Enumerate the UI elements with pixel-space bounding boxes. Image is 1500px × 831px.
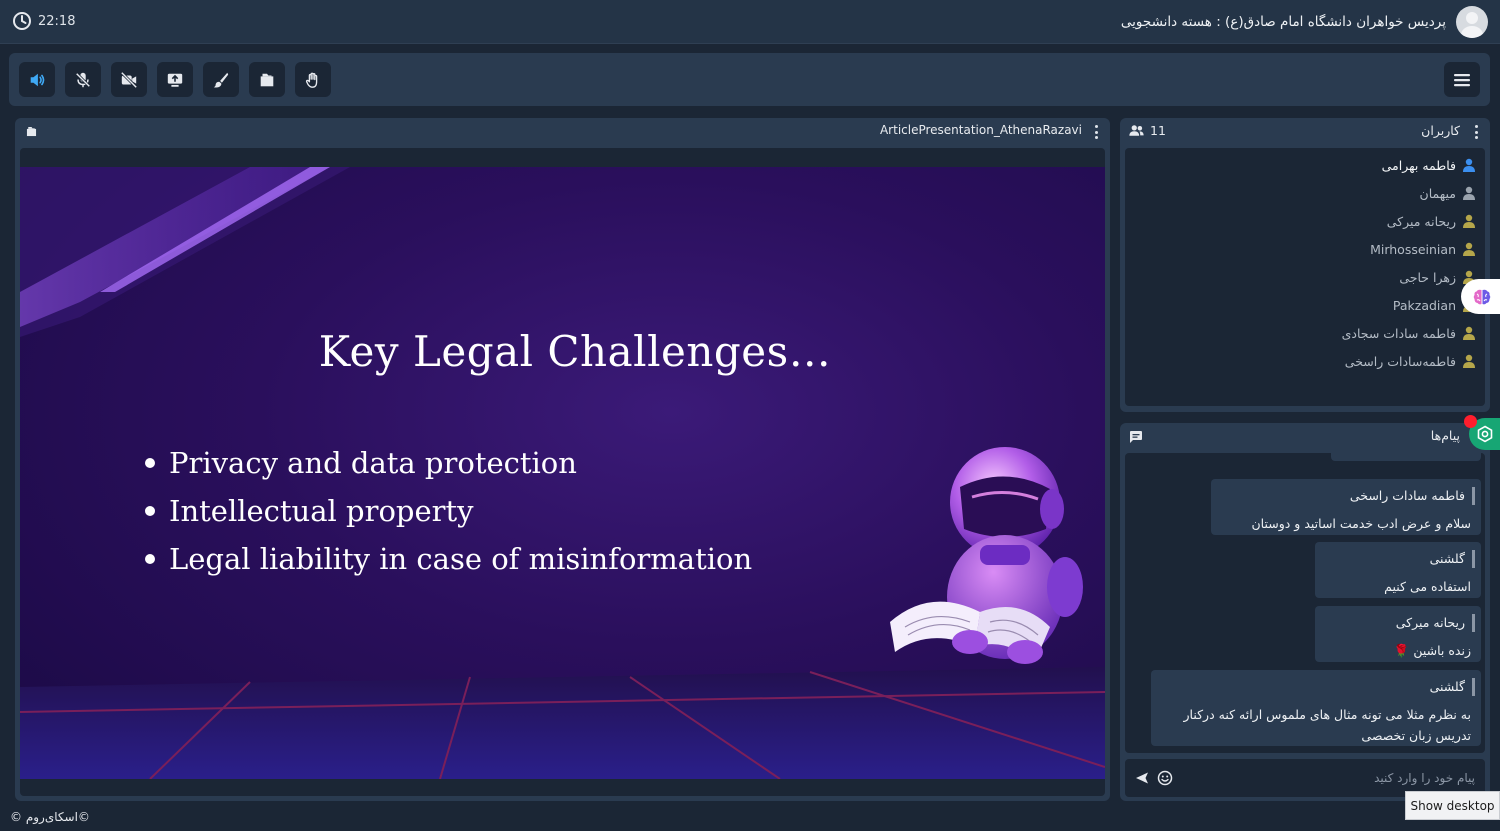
raise-hand-button[interactable] [295, 62, 331, 97]
user-item[interactable]: فاطمه سادات سجادی [1146, 319, 1476, 347]
whiteboard-button[interactable] [203, 62, 239, 97]
user-count-value: 11 [1150, 123, 1166, 138]
brain-icon [1473, 289, 1490, 304]
hamburger-menu-icon [1454, 73, 1470, 86]
user-icon [1463, 214, 1475, 228]
slide-bullet: Privacy and data protection [145, 439, 752, 487]
user-name: فاطمه سادات سجادی [1341, 325, 1456, 341]
microphone-button[interactable] [65, 62, 101, 97]
message-bubble: فاطمه سادات راسخی سلام و عرض ادب خدمت اس… [1211, 479, 1481, 535]
message-sender: گلشنی [1325, 550, 1475, 568]
users-title: کاربران [1421, 123, 1460, 138]
user-item[interactable]: زهرا حاجی [1146, 263, 1476, 291]
main-menu-button[interactable] [1444, 62, 1480, 97]
clock-time: 22:18 [38, 13, 76, 29]
brush-icon [213, 72, 229, 87]
slide-bullet: Intellectual property [145, 487, 752, 535]
user-item[interactable]: فاطمه بهرامی [1146, 151, 1476, 179]
messages-title: پیام‌ها [1430, 428, 1460, 443]
slide-bullet: Legal liability in case of misinformatio… [145, 535, 752, 583]
raise-hand-icon [305, 72, 318, 88]
user-list: فاطمه بهرامی میهمان ریحانه میرکی Mirhoss… [1146, 151, 1476, 375]
presentation-header: ArticlePresentation_AthenaRazavi [15, 118, 1110, 146]
camera-off-icon [120, 71, 138, 88]
folder-icon [260, 73, 274, 86]
user-icon [1463, 326, 1475, 340]
slide-title: Key Legal Challenges… [318, 327, 832, 376]
emoji-icon[interactable] [1157, 770, 1173, 786]
user-name: فاطمه بهرامی [1381, 157, 1456, 173]
presentation-options-icon[interactable] [1094, 125, 1098, 139]
user-name: زهرا حاجی [1399, 269, 1456, 285]
users-panel: 11 کاربران فاطمه بهرامی میهمان ریحانه می… [1120, 118, 1490, 412]
folder-icon [26, 126, 37, 137]
user-item[interactable]: فاطمه‌سادات راسخی [1146, 347, 1476, 375]
top-bar: 22:18 پردیس خواهران دانشگاه امام صادق(ع)… [0, 0, 1500, 44]
user-item[interactable]: ریحانه میرکی [1146, 207, 1476, 235]
user-item[interactable]: Mirhosseinian [1146, 235, 1476, 263]
show-desktop-tooltip: Show desktop [1405, 791, 1500, 820]
hexagon-icon [1477, 425, 1492, 443]
user-name: Pakzadian [1392, 297, 1456, 313]
presentation-file-name: ArticlePresentation_AthenaRazavi [879, 123, 1082, 137]
user-icon [1463, 186, 1475, 200]
share-screen-icon [167, 73, 183, 87]
user-icon [1463, 158, 1475, 172]
user-item[interactable]: Pakzadian [1146, 291, 1476, 319]
brand-copyright: ©اسکای‌روم © [10, 810, 90, 824]
users-icon [1129, 125, 1144, 136]
user-count: 11 [1129, 123, 1166, 138]
room-header: پردیس خواهران دانشگاه امام صادق(ع) : هست… [1121, 6, 1488, 38]
speaker-icon [30, 73, 45, 86]
notification-dot [1464, 415, 1477, 428]
message-bubble-partial [1331, 453, 1481, 461]
brain-extension-button[interactable] [1461, 279, 1500, 314]
message-bubble: گلشنی استفاده می کنیم [1315, 542, 1481, 598]
message-sender: فاطمه سادات راسخی [1221, 487, 1475, 505]
message-text: زنده باشین 🌹 [1393, 643, 1471, 658]
user-name: فاطمه‌سادات راسخی [1344, 353, 1456, 369]
message-text: استفاده می کنیم [1384, 579, 1471, 594]
user-name: ریحانه میرکی [1386, 213, 1456, 229]
room-title: پردیس خواهران دانشگاه امام صادق(ع) : هست… [1120, 14, 1446, 30]
message-sender: گلشنی [1161, 678, 1475, 696]
message-text: به نظرم مثلا می تونه مثال های ملموس ارائ… [1183, 707, 1471, 743]
robot-reading-illustration [890, 447, 1083, 664]
message-input[interactable] [1205, 768, 1475, 788]
user-name: میهمان [1419, 185, 1456, 201]
user-item[interactable]: میهمان [1146, 179, 1476, 207]
clock-icon [13, 12, 31, 30]
presentation-slide: Key Legal Challenges… Privacy and data p… [20, 167, 1105, 779]
users-options-icon[interactable] [1474, 125, 1478, 139]
message-bubble: گلشنی به نظرم مثلا می تونه مثال های ملمو… [1151, 670, 1481, 746]
camera-button[interactable] [111, 62, 147, 97]
files-button[interactable] [249, 62, 285, 97]
messages-panel: پیام‌ها فاطمه سادات راسخی سلام و عرض ادب… [1120, 423, 1490, 801]
send-icon[interactable] [1135, 771, 1149, 785]
slide-bullet-list: Privacy and data protection Intellectual… [145, 439, 752, 583]
user-icon [1463, 354, 1475, 368]
chat-icon [1130, 431, 1142, 443]
mic-off-icon [75, 72, 91, 87]
user-icon [1463, 242, 1475, 256]
share-screen-button[interactable] [157, 62, 193, 97]
message-bubble: ریحانه میرکی زنده باشین 🌹 [1315, 606, 1481, 662]
users-header: 11 کاربران [1120, 118, 1490, 146]
avatar[interactable] [1456, 6, 1488, 38]
messages-header: پیام‌ها [1120, 423, 1490, 451]
user-name: Mirhosseinian [1370, 241, 1456, 257]
message-text: سلام و عرض ادب خدمت اساتید و دوستان [1251, 516, 1472, 531]
toolbar [9, 53, 1490, 106]
speaker-button[interactable] [19, 62, 55, 97]
message-list: فاطمه سادات راسخی سلام و عرض ادب خدمت اس… [1125, 453, 1485, 753]
clock: 22:18 [12, 11, 75, 31]
message-sender: ریحانه میرکی [1325, 614, 1475, 632]
